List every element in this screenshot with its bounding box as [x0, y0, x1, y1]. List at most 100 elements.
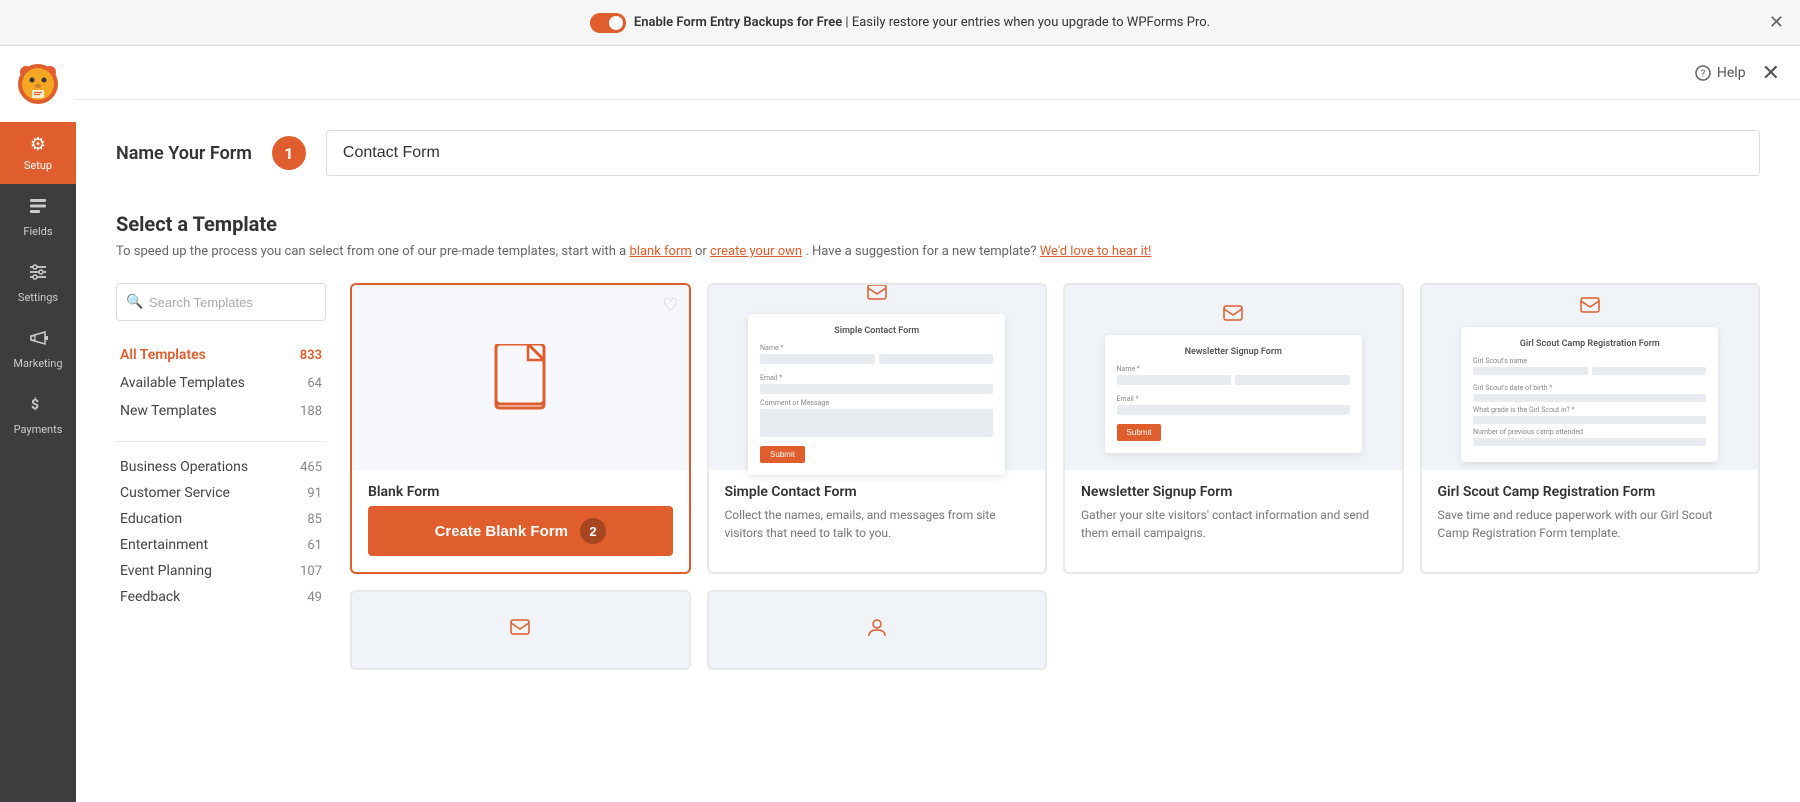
- card6-preview: [709, 592, 1046, 670]
- create-own-link[interactable]: create your own: [710, 244, 802, 259]
- sidebar-item-marketing[interactable]: Marketing: [0, 316, 76, 382]
- simple-contact-icon: [866, 283, 888, 308]
- card6-icon: [866, 616, 888, 643]
- sidebar-item-payments-label: Payments: [14, 423, 63, 436]
- filter-cat-feedback-label: Feedback: [120, 589, 180, 605]
- sidebar-item-payments[interactable]: $ Payments: [0, 382, 76, 448]
- blank-form-link[interactable]: blank form: [629, 244, 691, 259]
- select-template-desc: To speed up the process you can select f…: [116, 244, 1760, 259]
- card5-icon: [509, 616, 531, 643]
- blank-card-preview: ♡: [352, 285, 689, 470]
- filter-new-label: New Templates: [120, 403, 217, 419]
- suggestion-link[interactable]: We'd love to hear it!: [1040, 244, 1152, 259]
- template-card-blank[interactable]: ♡ Blank Form Create Blank Form 2: [350, 283, 691, 574]
- create-blank-label: Create Blank Form: [435, 523, 568, 540]
- notif-toggle-label: Enable Form Entry Backups for Free: [634, 15, 842, 30]
- content-area: ? Help ✕ Name Your Form 1 Select a Templ…: [76, 46, 1800, 802]
- filter-cat-feedback-badge: 49: [307, 590, 322, 605]
- newsletter-title: Newsletter Signup Form: [1081, 484, 1386, 500]
- form-name-label: Name Your Form: [116, 143, 252, 164]
- help-button[interactable]: ? Help: [1695, 65, 1746, 81]
- sidebar-item-setup[interactable]: ⚙ Setup: [0, 122, 76, 184]
- setup-icon: ⚙: [30, 134, 46, 155]
- filter-available-badge: 64: [307, 376, 322, 391]
- sidebar-item-settings-label: Settings: [18, 291, 58, 304]
- filter-all-label: All Templates: [120, 347, 206, 363]
- sidebar: ⚙ Setup Fields Settings Marketing $ Pay: [0, 46, 76, 802]
- newsletter-body: Newsletter Signup Form Gather your site …: [1065, 470, 1402, 558]
- mini-submit-btn: Submit: [760, 446, 805, 463]
- girl-scout-title: Girl Scout Camp Registration Form: [1438, 484, 1743, 500]
- template-browser: 🔍 All Templates 833 Available Templates …: [116, 283, 1760, 670]
- filter-new[interactable]: New Templates 188: [116, 397, 326, 425]
- search-input[interactable]: [116, 283, 326, 321]
- template-card-6[interactable]: [707, 590, 1048, 670]
- filter-cat-entertainment[interactable]: Entertainment 61: [116, 532, 326, 558]
- marketing-icon: [28, 328, 48, 353]
- girl-scout-icon: [1579, 294, 1601, 321]
- newsletter-desc: Gather your site visitors' contact infor…: [1081, 506, 1386, 542]
- newsletter-icon: [1222, 302, 1244, 329]
- sidebar-logo: [0, 46, 76, 122]
- help-icon: ?: [1695, 65, 1711, 81]
- blank-form-icon: [492, 344, 548, 412]
- filter-cat-business-badge: 465: [300, 460, 322, 475]
- backup-toggle[interactable]: [590, 13, 626, 33]
- filter-cat-education-badge: 85: [307, 512, 322, 527]
- blank-card-body: Blank Form Create Blank Form 2: [352, 470, 689, 572]
- svg-text:?: ?: [1700, 69, 1705, 80]
- main-content: Name Your Form 1 Select a Template To sp…: [76, 100, 1800, 802]
- filter-cat-event-badge: 107: [300, 564, 322, 579]
- filter-all-templates[interactable]: All Templates 833: [116, 341, 326, 369]
- girl-scout-desc: Save time and reduce paperwork with our …: [1438, 506, 1743, 542]
- template-card-simple-contact[interactable]: Simple Contact Form Name * Email * Comme…: [707, 283, 1048, 574]
- create-blank-button[interactable]: Create Blank Form 2: [368, 506, 673, 556]
- filter-cat-customer-service-label: Customer Service: [120, 485, 230, 501]
- header-bar: ? Help ✕: [76, 46, 1800, 100]
- filter-divider: [116, 441, 326, 442]
- template-card-5[interactable]: [350, 590, 691, 670]
- filter-new-badge: 188: [300, 404, 322, 419]
- sidebar-item-marketing-label: Marketing: [13, 357, 62, 370]
- filter-cat-event-label: Event Planning: [120, 563, 212, 579]
- simple-contact-body: Simple Contact Form Collect the names, e…: [709, 470, 1046, 558]
- filter-cat-event[interactable]: Event Planning 107: [116, 558, 326, 584]
- newsletter-preview: Newsletter Signup Form Name * Email * Su…: [1065, 285, 1402, 470]
- sidebar-item-setup-label: Setup: [24, 159, 52, 172]
- sidebar-item-fields[interactable]: Fields: [0, 184, 76, 250]
- sidebar-item-settings[interactable]: Settings: [0, 250, 76, 316]
- notif-message: Easily restore your entries when you upg…: [852, 15, 1210, 30]
- notification-bar: Enable Form Entry Backups for Free | Eas…: [0, 0, 1800, 46]
- filter-available[interactable]: Available Templates 64: [116, 369, 326, 397]
- filter-cat-business-label: Business Operations: [120, 459, 248, 475]
- sidebar-item-fields-label: Fields: [23, 225, 52, 238]
- filter-cat-customer-service-badge: 91: [307, 486, 322, 501]
- blank-card-title: Blank Form: [368, 484, 673, 500]
- filter-cat-education[interactable]: Education 85: [116, 506, 326, 532]
- payments-icon: $: [28, 394, 48, 419]
- help-label: Help: [1717, 65, 1746, 81]
- header-close-button[interactable]: ✕: [1762, 60, 1780, 86]
- select-template-title: Select a Template: [116, 212, 1760, 236]
- filter-cat-customer-service[interactable]: Customer Service 91: [116, 480, 326, 506]
- filter-available-label: Available Templates: [120, 375, 245, 391]
- template-card-girl-scout[interactable]: Girl Scout Camp Registration Form Girl S…: [1420, 283, 1761, 574]
- template-card-newsletter[interactable]: Newsletter Signup Form Name * Email * Su…: [1063, 283, 1404, 574]
- filter-cat-feedback[interactable]: Feedback 49: [116, 584, 326, 610]
- simple-contact-preview: Simple Contact Form Name * Email * Comme…: [709, 285, 1046, 470]
- filter-section-main: All Templates 833 Available Templates 64…: [116, 341, 326, 425]
- filter-cat-entertainment-badge: 61: [307, 538, 322, 553]
- blank-favorite-button[interactable]: ♡: [662, 295, 678, 316]
- main-layout: ⚙ Setup Fields Settings Marketing $ Pay: [0, 46, 1800, 802]
- notif-close-button[interactable]: ✕: [1769, 12, 1784, 33]
- search-icon: 🔍: [126, 294, 143, 310]
- template-grid: ♡ Blank Form Create Blank Form 2: [350, 283, 1760, 670]
- form-name-input[interactable]: [326, 130, 1760, 176]
- filter-cat-business[interactable]: Business Operations 465: [116, 454, 326, 480]
- girl-scout-preview: Girl Scout Camp Registration Form Girl S…: [1422, 285, 1759, 470]
- filter-cat-entertainment-label: Entertainment: [120, 537, 208, 553]
- fields-icon: [28, 196, 48, 221]
- search-wrap: 🔍: [116, 283, 326, 321]
- newsletter-mini-btn: Submit: [1117, 424, 1162, 441]
- simple-contact-title: Simple Contact Form: [725, 484, 1030, 500]
